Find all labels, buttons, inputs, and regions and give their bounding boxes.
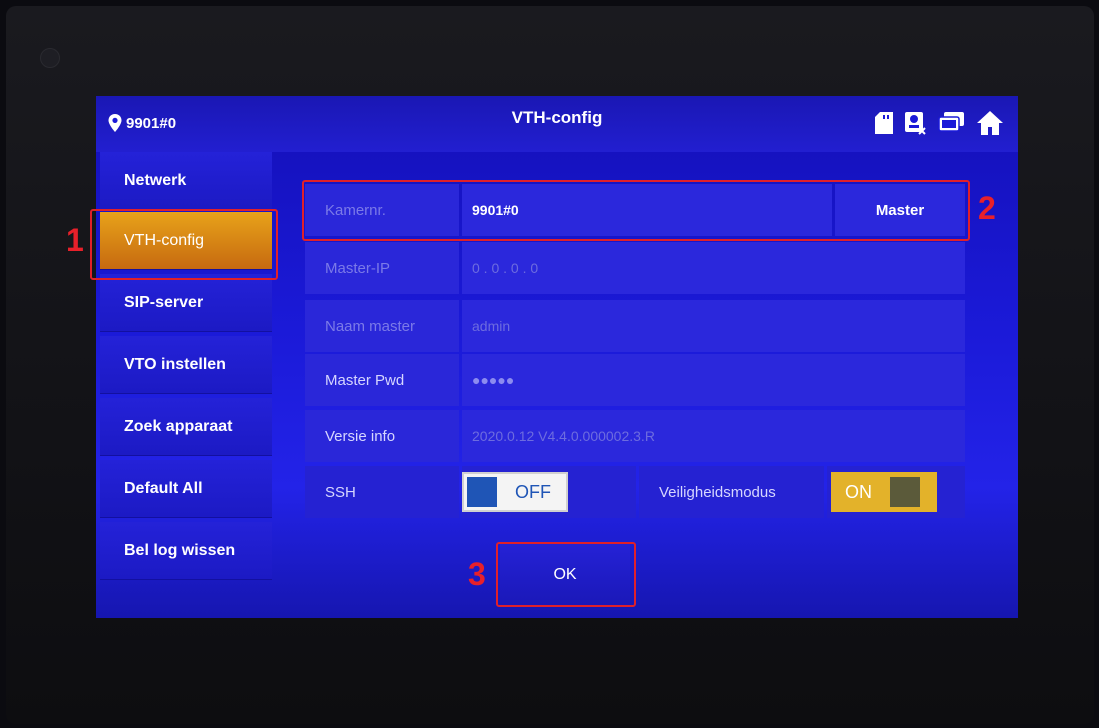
sd-card-icon [875,112,893,134]
security-mode-label: Veiligheidsmodus [639,466,824,518]
screen: 9901#0 VTH-config Netwerk VTH-config SIP… [96,96,1018,618]
master-name-label: Naam master [305,300,459,352]
master-name-field[interactable]: admin [462,300,965,352]
ssh-toggle[interactable]: OFF [462,472,568,512]
highlight-box-1 [90,209,278,280]
master-name-row: Naam master admin [305,300,965,352]
annotation-number-1: 1 [66,222,84,258]
ssh-label: SSH [305,466,459,518]
version-value: 2020.0.12 V4.4.0.000002.3.R [462,410,965,462]
sidebar-item-zoek-apparaat[interactable]: Zoek apparaat [100,398,272,456]
annotation-number-3: 3 [468,556,486,592]
security-mode-toggle[interactable]: ON [831,472,937,512]
status-icons [874,110,1004,136]
highlight-box-2 [302,180,970,241]
version-row: Versie info 2020.0.12 V4.4.0.000002.3.R [305,410,965,462]
sidebar-item-default-all[interactable]: Default All [100,460,272,518]
master-pwd-label: Master Pwd [305,354,459,406]
ssh-row: SSH OFF Veiligheidsmodus ON [305,466,965,518]
master-pwd-row: Master Pwd ●●●●● [305,354,965,406]
ssh-toggle-label: OFF [515,481,551,502]
master-ip-label: Master-IP [305,242,459,294]
annotation-number-2: 2 [978,190,996,226]
monitor-icon [938,112,964,132]
intercom-icon [905,112,926,135]
master-ip-field[interactable]: 0 . 0 . 0 . 0 [462,242,965,294]
master-pwd-field[interactable]: ●●●●● [462,354,965,406]
top-bar: 9901#0 VTH-config [96,96,1018,152]
master-ip-row: Master-IP 0 . 0 . 0 . 0 [305,242,965,294]
highlight-box-3 [496,542,636,607]
security-toggle-label: ON [845,481,872,502]
home-icon[interactable] [976,110,1004,136]
version-label: Versie info [305,410,459,462]
camera-lens [40,48,60,68]
sidebar-item-netwerk[interactable]: Netwerk [100,152,272,210]
ssh-toggle-knob [467,477,497,507]
sidebar-item-bel-log-wissen[interactable]: Bel log wissen [100,522,272,580]
sidebar-item-vto-instellen[interactable]: VTO instellen [100,336,272,394]
sidebar-item-sip-server[interactable]: SIP-server [100,274,272,332]
security-toggle-knob [890,477,920,507]
